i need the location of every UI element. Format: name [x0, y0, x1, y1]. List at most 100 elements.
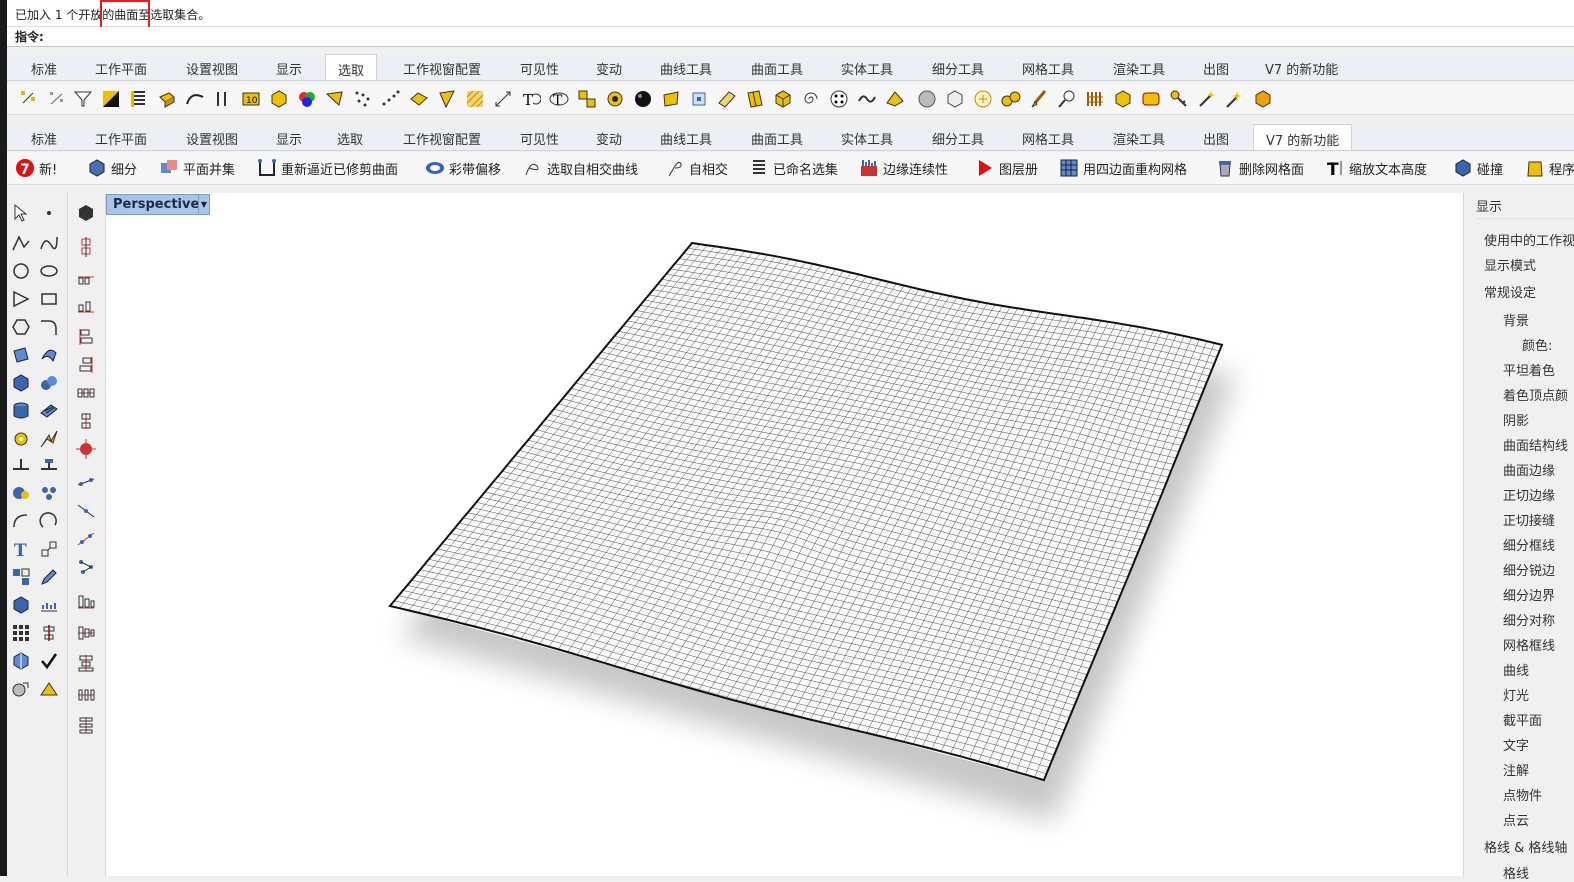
- select-surface-edge-icon[interactable]: [717, 89, 737, 109]
- gear-icon[interactable]: [11, 429, 31, 449]
- space-v-icon[interactable]: [76, 715, 96, 735]
- subdivide-button[interactable]: 细分: [87, 158, 147, 178]
- explode-icon[interactable]: [39, 429, 59, 449]
- space-h-icon[interactable]: [76, 685, 96, 705]
- rebuild-untrimmed-button[interactable]: 重新逼近已修剪曲面: [257, 158, 417, 178]
- select-self-intersect-button[interactable]: 选取自相交曲线: [523, 158, 653, 178]
- grid-array-icon[interactable]: [11, 623, 31, 643]
- render-icon[interactable]: [39, 679, 59, 699]
- tab-surface-tools-2[interactable]: 曲面工具: [751, 129, 803, 148]
- tab-viewport-layout[interactable]: 工作视窗配置: [403, 59, 481, 78]
- select-spiral-icon[interactable]: [801, 89, 821, 109]
- distribute-1-icon[interactable]: [76, 473, 96, 493]
- select-gumball-icon[interactable]: [973, 89, 993, 109]
- general-settings[interactable]: 常规设定: [1484, 282, 1536, 301]
- edge-continuity-button[interactable]: 边缘连续性: [859, 158, 959, 178]
- select-points-cloud-icon[interactable]: [381, 89, 401, 109]
- align-center-v-icon[interactable]: [76, 411, 96, 431]
- edit-icon[interactable]: [39, 567, 59, 587]
- delete-mesh-faces-button[interactable]: 删除网格面: [1215, 158, 1315, 178]
- select-last-icon[interactable]: [101, 89, 121, 109]
- curve-icon[interactable]: [39, 233, 59, 253]
- tab-curve-tools[interactable]: 曲线工具: [660, 59, 712, 78]
- select-points-2-icon[interactable]: [47, 89, 67, 109]
- select-points-icon[interactable]: [19, 89, 39, 109]
- tab-standard-2[interactable]: 标准: [31, 129, 57, 148]
- point-icon[interactable]: [39, 203, 59, 223]
- perspective-viewport[interactable]: Perspective ▼: [106, 193, 1463, 876]
- align-right-icon[interactable]: [76, 355, 96, 375]
- annotations-setting[interactable]: 注解: [1503, 760, 1529, 779]
- align-icon[interactable]: [39, 623, 59, 643]
- align-horizontal-icon[interactable]: [76, 271, 96, 291]
- lights-setting[interactable]: 灯光: [1503, 685, 1529, 704]
- select-annotations-icon[interactable]: T: [549, 89, 569, 109]
- tab-transform-2[interactable]: 变动: [596, 129, 622, 148]
- select-text-icon[interactable]: 10: [241, 89, 261, 109]
- check-icon[interactable]: [39, 651, 59, 671]
- vertex-color-setting[interactable]: 着色顶点颜: [1503, 385, 1568, 404]
- select-dimensions-icon[interactable]: [493, 89, 513, 109]
- subd-creases-setting[interactable]: 细分锐边: [1503, 560, 1555, 579]
- select-cap-icon[interactable]: [1113, 89, 1133, 109]
- current-viewport-setting[interactable]: 使用中的工作视: [1484, 230, 1574, 249]
- mesh-wireframe-setting[interactable]: 网格框线: [1503, 635, 1555, 654]
- tab-display-2[interactable]: 显示: [276, 129, 302, 148]
- group-icon[interactable]: [39, 483, 59, 503]
- tab-render-tools-2[interactable]: 渲染工具: [1113, 129, 1165, 148]
- scale-text-height-button[interactable]: T 缩放文本高度: [1325, 158, 1445, 178]
- surface-corner-icon[interactable]: [11, 345, 31, 365]
- quad-remesh-button[interactable]: 用四边面重构网格: [1059, 158, 1199, 178]
- curves-setting[interactable]: 曲线: [1503, 660, 1529, 679]
- tab-display[interactable]: 显示: [276, 59, 302, 78]
- tab-visibility-2[interactable]: 可见性: [520, 129, 559, 148]
- layer-book-button[interactable]: 图层册: [975, 158, 1055, 178]
- clipping-planes-setting[interactable]: 截平面: [1503, 710, 1542, 729]
- tab-v7-new[interactable]: V7 的新功能: [1265, 59, 1338, 78]
- analyze-icon[interactable]: [11, 679, 31, 699]
- shadows-setting[interactable]: 阴影: [1503, 410, 1529, 429]
- filter-icon[interactable]: [73, 89, 93, 109]
- ribbon-offset-button[interactable]: 彩带偏移: [425, 158, 515, 178]
- select-wand-icon[interactable]: [1197, 89, 1217, 109]
- select-wand-2-icon[interactable]: [1225, 89, 1245, 109]
- scale-icon[interactable]: [39, 539, 59, 559]
- rotate-icon[interactable]: [39, 511, 59, 531]
- text-setting[interactable]: 文字: [1503, 735, 1529, 754]
- self-intersect-button[interactable]: 自相交: [665, 158, 735, 178]
- tab-v7-new-2[interactable]: V7 的新功能: [1253, 124, 1353, 150]
- tab-cplanes-2[interactable]: 工作平面: [95, 129, 147, 148]
- subd-boundary-setting[interactable]: 细分边界: [1503, 585, 1555, 604]
- select-point-clouds-icon[interactable]: [353, 89, 373, 109]
- planar-union-button[interactable]: 平面并集: [159, 158, 249, 178]
- point-objects-setting[interactable]: 点物件: [1503, 785, 1542, 804]
- circle-icon[interactable]: [11, 261, 31, 281]
- tab-viewport-layout-2[interactable]: 工作视窗配置: [403, 129, 481, 148]
- rectangle-icon[interactable]: [39, 289, 59, 309]
- select-arrow-icon[interactable]: [11, 203, 31, 223]
- cylinder-icon[interactable]: [11, 401, 31, 421]
- sweep-icon[interactable]: [39, 345, 59, 365]
- tab-cplanes[interactable]: 工作平面: [95, 59, 147, 78]
- display-mode-setting[interactable]: 显示模式: [1484, 255, 1536, 274]
- tab-subd-tools[interactable]: 细分工具: [932, 59, 984, 78]
- select-fence-icon[interactable]: [1085, 89, 1105, 109]
- isocurves-setting[interactable]: 曲面结构线: [1503, 435, 1568, 454]
- select-open-surface-icon[interactable]: [409, 89, 429, 109]
- viewport-cube-icon[interactable]: [76, 203, 96, 223]
- select-polysurface-icon[interactable]: [773, 89, 793, 109]
- distribute-icon[interactable]: [39, 595, 59, 615]
- tab-drafting[interactable]: 出图: [1203, 59, 1229, 78]
- ellipse-icon[interactable]: [39, 261, 59, 281]
- subd-symmetry-setting[interactable]: 细分对称: [1503, 610, 1555, 629]
- shade-icon[interactable]: [11, 483, 31, 503]
- grid-axes-section[interactable]: 格线 & 格线轴: [1484, 837, 1567, 856]
- mesh-icon[interactable]: [39, 401, 59, 421]
- hexagon-icon[interactable]: [11, 317, 31, 337]
- select-subd-icon[interactable]: [829, 89, 849, 109]
- select-by-object-icon[interactable]: [437, 89, 457, 109]
- color-setting[interactable]: 颜色:: [1522, 335, 1552, 354]
- polygon-icon[interactable]: [11, 289, 31, 309]
- procedural-button[interactable]: 程序: [1525, 158, 1574, 178]
- select-group-icon[interactable]: [1141, 89, 1161, 109]
